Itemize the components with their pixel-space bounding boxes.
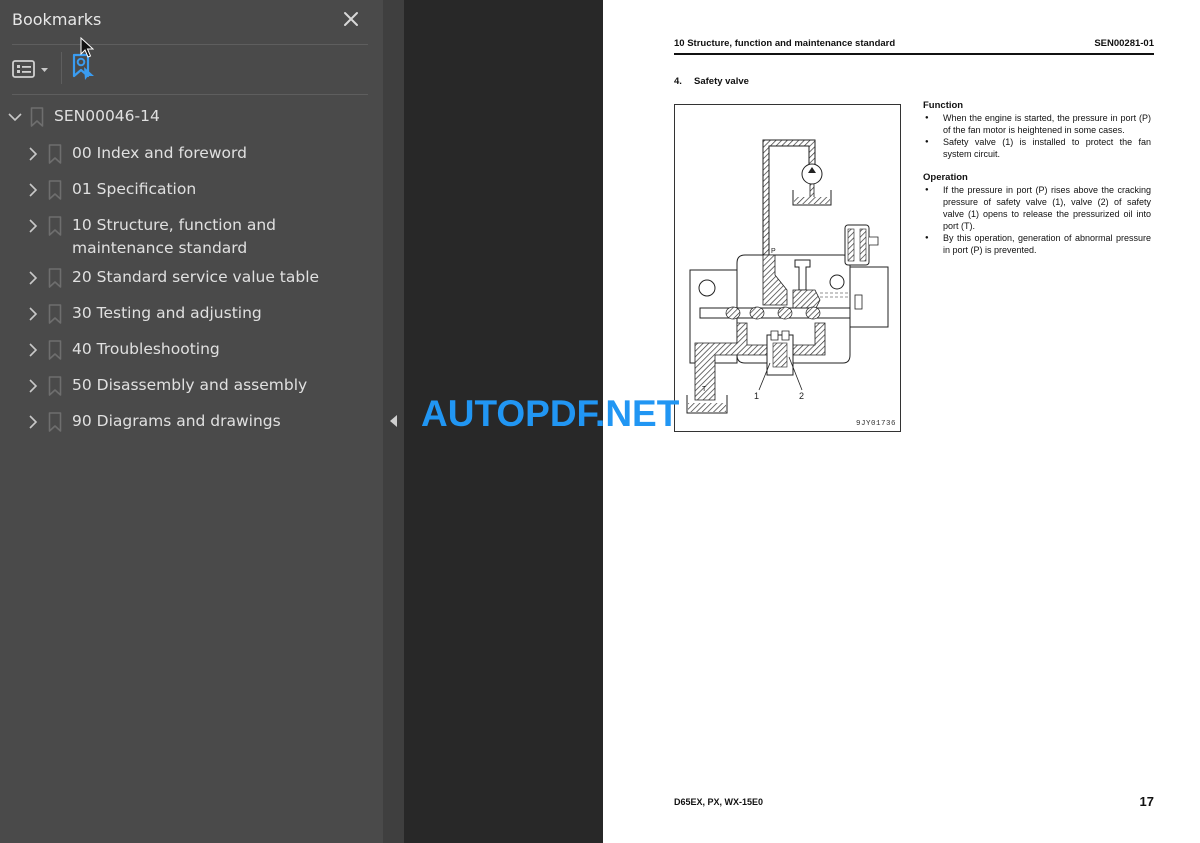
bookmark-item[interactable]: 40 Troubleshooting xyxy=(0,332,383,368)
bookmark-item[interactable]: 01 Specification xyxy=(0,172,383,208)
close-icon xyxy=(344,12,358,26)
bookmark-icon xyxy=(48,412,62,432)
bookmark-icon xyxy=(48,376,62,396)
bookmark-label: 10 Structure, function and maintenance s… xyxy=(72,216,277,257)
bookmark-label: 40 Troubleshooting xyxy=(72,340,220,358)
close-panel-button[interactable] xyxy=(340,8,362,30)
bookmark-icon xyxy=(48,304,62,324)
panel-splitter[interactable] xyxy=(383,0,404,843)
bookmark-root[interactable]: SEN00046-14 xyxy=(0,100,383,136)
header-rule xyxy=(674,53,1154,55)
function-list: When the engine is started, the pressure… xyxy=(923,112,1151,160)
bookmarks-toolbar xyxy=(0,46,383,92)
function-bullet: When the engine is started, the pressure… xyxy=(923,112,1151,136)
bookmark-icon xyxy=(48,144,62,164)
bookmark-icon xyxy=(30,107,44,127)
chevron-right-icon[interactable] xyxy=(24,217,42,235)
bookmark-tree: SEN00046-14 00 Index and foreword 01 Spe… xyxy=(0,100,383,440)
figure-callout-2: 2 xyxy=(799,391,805,401)
list-options-icon xyxy=(12,60,48,78)
section-number: 4. xyxy=(674,76,682,87)
document-code: SEN00281-01 xyxy=(1094,38,1154,49)
bookmark-icon xyxy=(48,216,62,236)
function-heading: Function xyxy=(923,100,964,111)
bookmark-item[interactable]: 00 Index and foreword xyxy=(0,136,383,172)
chevron-right-icon[interactable] xyxy=(24,377,42,395)
function-bullet: Safety valve (1) is installed to protect… xyxy=(923,136,1151,160)
chevron-right-icon[interactable] xyxy=(24,413,42,431)
chevron-right-icon[interactable] xyxy=(24,181,42,199)
mouse-cursor-icon xyxy=(80,37,94,58)
bookmark-item[interactable]: 50 Disassembly and assembly xyxy=(0,368,383,404)
options-menu-button[interactable] xyxy=(12,58,52,80)
bookmark-item[interactable]: 20 Standard service value table xyxy=(0,260,383,296)
bookmark-item[interactable]: 30 Testing and adjusting xyxy=(0,296,383,332)
bookmark-label: 01 Specification xyxy=(72,180,197,198)
bookmark-item[interactable]: 10 Structure, function and maintenance s… xyxy=(0,208,383,260)
chevron-right-icon[interactable] xyxy=(24,341,42,359)
bookmark-label: SEN00046-14 xyxy=(54,107,160,125)
operation-bullet: If the pressure in port (P) rises above … xyxy=(923,184,1151,232)
hydraulic-diagram: P T xyxy=(686,139,889,414)
caret-left-icon xyxy=(390,415,397,427)
bookmark-label: 30 Testing and adjusting xyxy=(72,304,262,322)
collapse-panel-button[interactable] xyxy=(389,413,398,427)
section-title: 4. Safety valve xyxy=(674,76,749,87)
watermark: AUTOPDF.NET xyxy=(421,393,680,434)
page-number: 17 xyxy=(1139,794,1154,809)
operation-list: If the pressure in port (P) rises above … xyxy=(923,184,1151,256)
port-p-label: P xyxy=(771,248,776,255)
bookmark-label: 00 Index and foreword xyxy=(72,144,247,162)
chevron-right-icon[interactable] xyxy=(24,305,42,323)
operation-bullet: By this operation, generation of abnorma… xyxy=(923,232,1151,256)
figure-callout-1: 1 xyxy=(754,391,760,401)
divider xyxy=(12,44,368,45)
bookmark-icon xyxy=(48,340,62,360)
pdf-page: 10 Structure, function and maintenance s… xyxy=(603,0,1200,843)
divider xyxy=(12,94,368,95)
figure-id: 9JY01736 xyxy=(855,420,896,428)
footer-model: D65EX, PX, WX-15E0 xyxy=(674,797,764,807)
operation-heading: Operation xyxy=(923,172,968,183)
panel-title: Bookmarks xyxy=(12,10,102,29)
bookmark-label: 90 Diagrams and drawings xyxy=(72,412,281,430)
section-title-text: Safety valve xyxy=(694,76,749,87)
bookmark-item[interactable]: 90 Diagrams and drawings xyxy=(0,404,383,440)
bookmark-icon xyxy=(48,180,62,200)
bookmark-icon xyxy=(48,268,62,288)
toolbar-separator xyxy=(61,52,62,84)
running-header-title: 10 Structure, function and maintenance s… xyxy=(674,38,896,49)
bookmark-label: 50 Disassembly and assembly xyxy=(72,376,308,394)
port-t-label: T xyxy=(702,386,707,393)
bookmark-label: 20 Standard service value table xyxy=(72,268,320,286)
safety-valve-diagram: P T 1 2 9JY01736 xyxy=(674,104,901,432)
bookmarks-header: Bookmarks xyxy=(0,0,383,44)
bookmarks-panel: Bookmarks SEN00046-14 00 Index and forew… xyxy=(0,0,383,843)
chevron-right-icon[interactable] xyxy=(24,145,42,163)
description-column: Function When the engine is started, the… xyxy=(923,100,1151,256)
chevron-down-icon[interactable] xyxy=(6,108,24,126)
chevron-right-icon[interactable] xyxy=(24,269,42,287)
